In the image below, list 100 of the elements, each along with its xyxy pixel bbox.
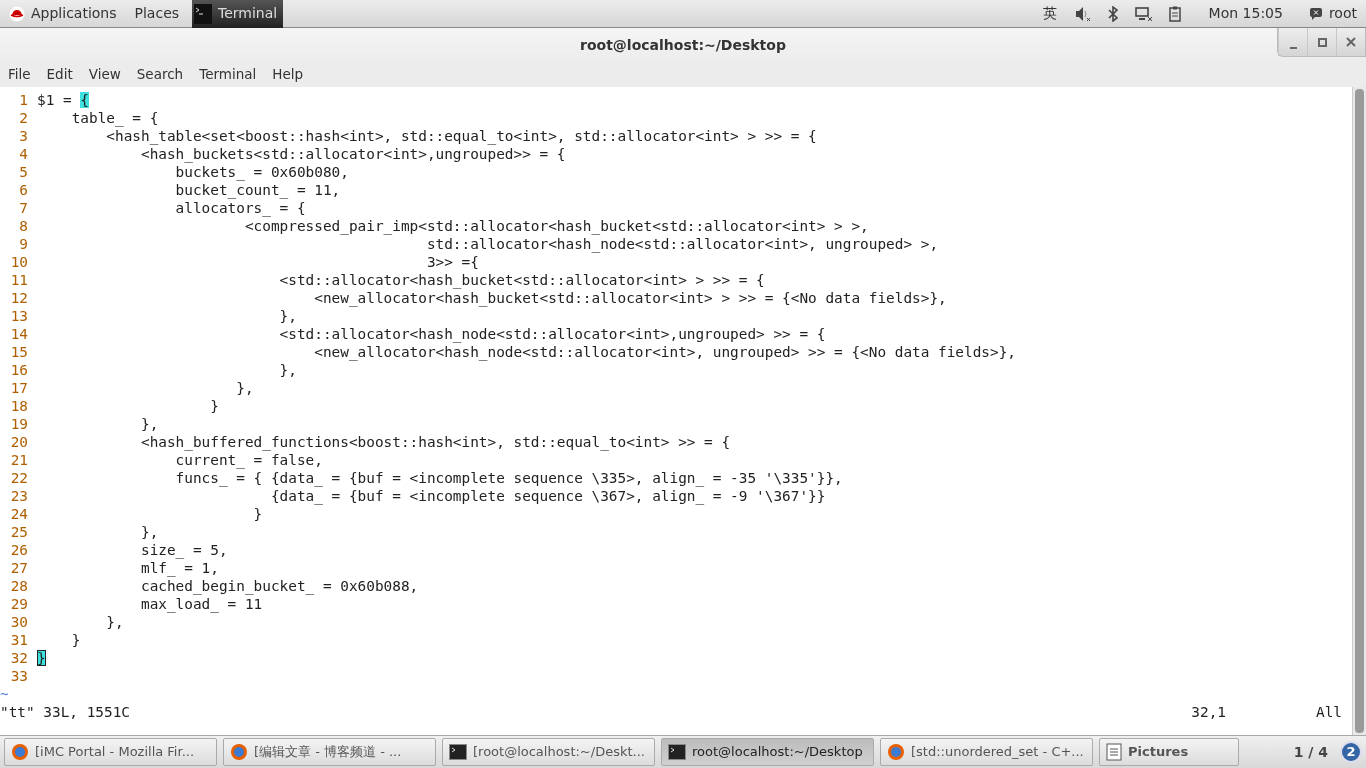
bluetooth-icon bbox=[1106, 5, 1119, 22]
places-menu[interactable]: Places bbox=[125, 3, 189, 24]
close-icon bbox=[1346, 37, 1356, 47]
line-number: 18 bbox=[9, 397, 28, 415]
network-icon bbox=[1134, 5, 1153, 22]
volume-muted-icon bbox=[1074, 5, 1091, 22]
code-line: <new_allocator<hash_node<std::allocator<int>, ungrouped> >> = {<No data fields>}, bbox=[313, 344, 1017, 360]
taskbar-item[interactable]: Pictures bbox=[1099, 738, 1239, 766]
window-title: root@localhost:~/Desktop bbox=[580, 35, 786, 55]
line-number: 27 bbox=[9, 559, 28, 577]
line-number: 9 bbox=[18, 235, 28, 253]
globe-icon bbox=[887, 743, 905, 761]
line-number: 5 bbox=[18, 163, 28, 181]
line-number: 17 bbox=[9, 379, 28, 397]
user-menu[interactable]: root bbox=[1299, 3, 1366, 24]
code-line: <std::allocator<hash_bucket<std::allocator<int> > >> = { bbox=[278, 272, 765, 288]
code-line: <new_allocator<hash_bucket<std::allocator<int> > >> = {<No data fields>}, bbox=[313, 290, 947, 306]
code-line: allocators_ = { bbox=[174, 200, 306, 216]
taskbar-item[interactable]: root@localhost:~/Desktop bbox=[661, 738, 874, 766]
maximize-icon bbox=[1317, 37, 1327, 47]
taskbar-item[interactable]: [iMC Portal - Mozilla Fir... bbox=[4, 738, 217, 766]
workspace-indicator[interactable]: 1 / 4 bbox=[1287, 741, 1334, 763]
scroll-position: All bbox=[1316, 703, 1342, 721]
line-number: 3 bbox=[18, 127, 28, 145]
document-icon bbox=[1106, 743, 1122, 761]
line-number: 23 bbox=[9, 487, 28, 505]
code-line: }, bbox=[105, 614, 124, 630]
input-method[interactable]: 英 bbox=[1033, 3, 1066, 24]
code-line: <hash_buckets<std::allocator<int>,ungrouped>> = { bbox=[139, 146, 566, 162]
menu-item[interactable]: View bbox=[80, 64, 129, 85]
minimize-icon bbox=[1289, 47, 1297, 49]
code-line: }, bbox=[278, 308, 297, 324]
code-line: }, bbox=[278, 362, 297, 378]
code-line: <hash_buffered_functions<boost::hash<int>, std::equal_to<int> >> = { bbox=[139, 434, 731, 450]
code-line: {data_ = {buf = <incomplete sequence \367>, align_ = -9 '\367'}} bbox=[269, 488, 826, 504]
terminal-icon bbox=[194, 3, 213, 24]
code-line: } bbox=[70, 632, 81, 648]
code-line: bucket_count_ = 11, bbox=[174, 182, 341, 198]
app-menu[interactable]: Terminal bbox=[192, 0, 284, 28]
line-number: 7 bbox=[18, 199, 28, 217]
line-number: 24 bbox=[9, 505, 28, 523]
empty-line-marker: ~ bbox=[0, 686, 9, 702]
code-line: cached_begin_bucket_ = 0x60b088, bbox=[139, 578, 419, 594]
globe-icon bbox=[230, 743, 248, 761]
code-line: funcs_ = { {data_ = {buf = <incomplete sequence \335>, align_ = -35 '\335'}}, bbox=[174, 470, 843, 486]
line-number: 20 bbox=[9, 433, 28, 451]
line-number: 33 bbox=[9, 667, 28, 685]
code-line: <std::allocator<hash_node<std::allocator<int>,ungrouped> >> = { bbox=[278, 326, 826, 342]
code-line: }, bbox=[139, 524, 159, 540]
hat-icon bbox=[9, 5, 25, 22]
line-number: 14 bbox=[9, 325, 28, 343]
code-line: size_ = 5, bbox=[139, 542, 228, 558]
code-line: 3>> ={ bbox=[425, 254, 479, 270]
code-line: table_ = { bbox=[70, 110, 159, 126]
terminal-icon bbox=[668, 744, 686, 760]
menu-item[interactable]: Search bbox=[128, 64, 192, 85]
clock[interactable]: Mon 15:05 bbox=[1199, 3, 1292, 24]
code-line: }, bbox=[235, 380, 254, 396]
menu-item[interactable]: File bbox=[0, 64, 39, 85]
line-number: 8 bbox=[18, 217, 28, 235]
line-number: 2 bbox=[18, 109, 28, 127]
line-number: 6 bbox=[18, 181, 28, 199]
line-number: 22 bbox=[9, 469, 28, 487]
line-number: 12 bbox=[9, 289, 28, 307]
code-line: } bbox=[209, 398, 219, 414]
menu-item[interactable]: Help bbox=[264, 64, 312, 85]
taskbar-item[interactable]: [编辑文章 - 博客频道 - ... bbox=[223, 738, 436, 766]
line-number: 26 bbox=[9, 541, 28, 559]
chat-bubble-icon bbox=[1308, 6, 1323, 21]
line-number: 4 bbox=[18, 145, 28, 163]
line-number: 1 bbox=[18, 91, 28, 109]
clipboard-icon bbox=[1168, 5, 1183, 22]
line-number: 25 bbox=[9, 523, 28, 541]
code-line: std::allocator<hash_node<std::allocator<int>, ungrouped> >, bbox=[425, 236, 939, 252]
line-number: 13 bbox=[9, 307, 28, 325]
line-number: 30 bbox=[9, 613, 28, 631]
line-number: 21 bbox=[9, 451, 28, 469]
line-number: 15 bbox=[9, 343, 28, 361]
code-line: <hash_table<set<boost::hash<int>, std::equal_to<int>, std::allocator<int> > >> = { bbox=[105, 128, 817, 144]
line-number: 10 bbox=[9, 253, 28, 271]
status-message: "tt" 33L, 1551C bbox=[0, 703, 130, 721]
line-number: 32 bbox=[9, 649, 28, 667]
notification-count[interactable]: 2 bbox=[1340, 741, 1362, 763]
taskbar-item[interactable]: [std::unordered_set - C+... bbox=[880, 738, 1093, 766]
code-line: current_ = false, bbox=[174, 452, 323, 468]
line-number: 11 bbox=[9, 271, 28, 289]
code-line: }, bbox=[139, 416, 159, 432]
line-number: 28 bbox=[9, 577, 28, 595]
menu-item[interactable]: Edit bbox=[38, 64, 81, 85]
applications-menu[interactable]: Applications bbox=[0, 3, 126, 24]
cursor-position: 32,1 bbox=[1191, 703, 1226, 721]
code-line: buckets_ = 0x60b080, bbox=[174, 164, 349, 180]
code-line: max_load_ = 11 bbox=[139, 596, 263, 612]
menu-item[interactable]: Terminal bbox=[191, 64, 265, 85]
taskbar-item[interactable]: [root@localhost:~/Deskt... bbox=[442, 738, 655, 766]
line-number: 31 bbox=[9, 631, 28, 649]
code-line: mlf_ = 1, bbox=[139, 560, 219, 576]
line-number: 16 bbox=[9, 361, 28, 379]
globe-icon bbox=[11, 743, 29, 761]
line-number: 29 bbox=[9, 595, 28, 613]
